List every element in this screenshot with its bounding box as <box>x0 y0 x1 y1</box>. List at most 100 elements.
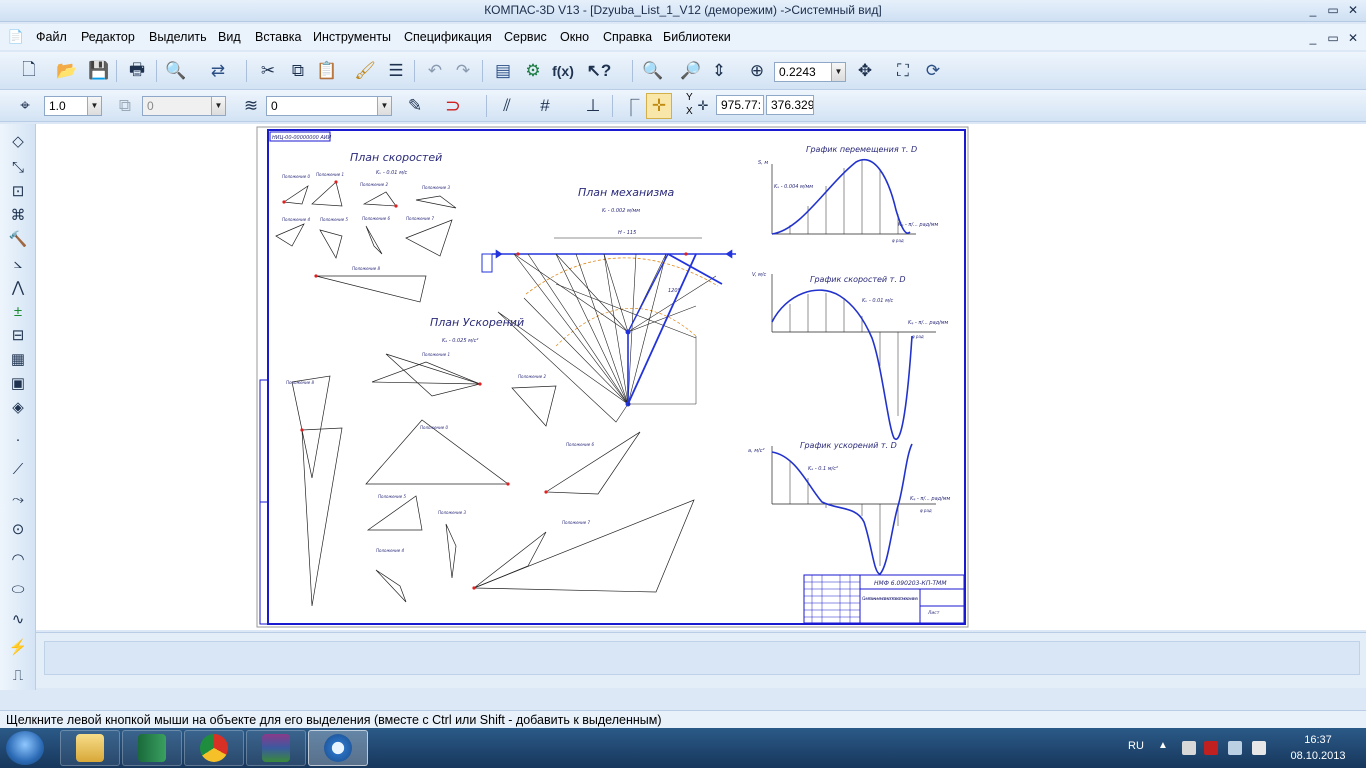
task-chrome[interactable] <box>184 730 244 766</box>
show-all-icon[interactable]: ⛶ <box>890 58 916 84</box>
grid-icon[interactable]: # <box>532 93 558 119</box>
volume-icon[interactable] <box>1252 741 1266 755</box>
properties-icon[interactable]: ☰ <box>383 58 409 84</box>
properties-panel-content[interactable] <box>44 641 1360 675</box>
clock-time[interactable]: 16:37 <box>1283 734 1353 746</box>
local-cs-icon[interactable]: ⌖ <box>12 93 38 119</box>
zoom-frame-icon[interactable]: 🔍 <box>640 58 666 84</box>
redo-icon[interactable]: ↷ <box>450 58 476 84</box>
menu-select[interactable]: Выделить <box>149 30 207 44</box>
open-folder-icon[interactable]: 📂 <box>54 58 80 84</box>
task-kompas[interactable] <box>308 730 368 766</box>
zoom-in-icon[interactable]: 🔎 <box>678 58 704 84</box>
minimize-button[interactable]: _ <box>1304 2 1322 18</box>
tree-icon[interactable]: ▤ <box>490 58 516 84</box>
polyline-icon[interactable]: ⤳ <box>6 488 30 510</box>
clock-date[interactable]: 08.10.2013 <box>1283 750 1353 762</box>
properties-panel-icon[interactable]: ✎ <box>402 93 428 119</box>
folder-icon <box>76 734 104 762</box>
coordinate-axis-icon[interactable]: ⊥ <box>580 93 606 119</box>
chevron-down-icon[interactable]: ▼ <box>377 97 391 115</box>
undo-icon[interactable]: ↶ <box>422 58 448 84</box>
doc-close-button[interactable]: ✕ <box>1344 30 1362 46</box>
language-indicator[interactable]: RU <box>1128 740 1144 752</box>
layer-icon[interactable]: ⧉ <box>112 93 138 119</box>
reports-icon[interactable]: ⊟ <box>6 324 30 346</box>
line-style-icon[interactable]: ≋ <box>238 93 264 119</box>
chevron-down-icon[interactable]: ▼ <box>211 97 225 115</box>
print-icon[interactable]: 🖶 <box>124 58 150 84</box>
help-cursor-icon[interactable]: ↖? <box>586 58 612 84</box>
library-icon[interactable]: ▣ <box>6 372 30 394</box>
task-explorer[interactable] <box>60 730 120 766</box>
bezier-icon[interactable]: ∿ <box>6 608 30 630</box>
measure-icon[interactable]: ⦣ <box>6 252 30 274</box>
designations-icon[interactable]: ⊡ <box>6 180 30 202</box>
contour-icon[interactable]: ⎍ <box>6 664 30 686</box>
security-icon[interactable] <box>1204 741 1218 755</box>
table-icon[interactable]: ▦ <box>6 348 30 370</box>
doc-restore-button[interactable]: ▭ <box>1324 30 1342 46</box>
select-icon[interactable]: ⋀ <box>6 276 30 298</box>
menu-file[interactable]: Файл <box>36 30 67 44</box>
pan-icon[interactable]: ✥ <box>852 58 878 84</box>
format-brush-icon[interactable]: 🖌 <box>352 58 378 84</box>
ellipse-icon[interactable]: ⬭ <box>6 578 30 600</box>
insert-view-icon[interactable]: ◈ <box>6 396 30 418</box>
round-icon[interactable]: ⎾ <box>618 93 644 119</box>
circle-icon[interactable]: ⊙ <box>6 518 30 540</box>
ortho-icon[interactable]: ⫽ <box>494 93 520 119</box>
spec-icon[interactable]: ± <box>6 300 30 322</box>
velocity-plan-scale: Kᵥ - 0.01 м/с <box>376 170 408 176</box>
menu-insert[interactable]: Вставка <box>255 30 301 44</box>
tray-expand-icon[interactable]: ▲ <box>1158 740 1168 751</box>
print-preview-icon[interactable]: 🔍 <box>163 58 189 84</box>
start-button[interactable] <box>6 731 44 765</box>
parametrization-icon[interactable]: 🔨 <box>6 228 30 250</box>
menu-window[interactable]: Окно <box>560 30 589 44</box>
cut-icon[interactable]: ✂ <box>255 58 281 84</box>
chevron-down-icon[interactable]: ▼ <box>831 63 845 81</box>
point-icon[interactable]: · <box>6 428 30 450</box>
copy-icon[interactable]: ⧉ <box>285 58 311 84</box>
line-style-field[interactable]: 0 <box>266 96 392 116</box>
menu-help[interactable]: Справка <box>603 30 652 44</box>
menu-view[interactable]: Вид <box>218 30 241 44</box>
lightning-icon[interactable]: ⚡ <box>6 636 30 658</box>
drawing-canvas[interactable]: НИЦ-00-00000000 АИИ План скоростей Kᵥ - … <box>36 124 1366 630</box>
menu-service[interactable]: Сервис <box>504 30 547 44</box>
document-icon[interactable]: 📄 <box>6 26 26 48</box>
save-icon[interactable]: 💾 <box>86 58 112 84</box>
action-center-icon[interactable] <box>1182 741 1196 755</box>
doc-minimize-button[interactable]: _ <box>1304 30 1322 46</box>
edit-icon[interactable]: ⌘ <box>6 204 30 226</box>
new-document-icon[interactable]: 🗋 <box>16 58 42 84</box>
geometry-icon[interactable]: ◇ <box>6 130 30 152</box>
chevron-down-icon[interactable]: ▼ <box>87 97 101 115</box>
coord-x-field[interactable]: 975.77: <box>716 95 764 115</box>
displacement-scale: Kₛ - 0.004 м/мм <box>774 184 813 190</box>
restore-button[interactable]: ▭ <box>1324 2 1342 18</box>
coord-y-field[interactable]: 376.329 <box>766 95 814 115</box>
segment-icon[interactable]: ⟋ <box>6 458 30 480</box>
network-icon[interactable] <box>1228 741 1242 755</box>
zoom-dynamic-icon[interactable]: ⇕ <box>706 58 732 84</box>
zoom-scale-icon[interactable]: ⊕ <box>744 58 770 84</box>
cursor-snap-icon[interactable]: ✛ <box>646 93 672 119</box>
menu-libraries[interactable]: Библиотеки <box>663 30 731 44</box>
task-winrar[interactable] <box>246 730 306 766</box>
snap-magnet-icon[interactable]: ⊃ <box>440 93 466 119</box>
close-button[interactable]: ✕ <box>1344 2 1362 18</box>
manager-icon[interactable]: ⇄ <box>205 58 231 84</box>
variables-icon[interactable]: ⚙ <box>520 58 546 84</box>
menu-specification[interactable]: Спецификация <box>404 30 492 44</box>
fx-button[interactable]: f(x) <box>550 58 576 84</box>
paste-icon[interactable]: 📋 <box>314 58 340 84</box>
task-books[interactable] <box>122 730 182 766</box>
menu-tools[interactable]: Инструменты <box>313 30 391 44</box>
refresh-icon[interactable]: ⟳ <box>920 58 946 84</box>
dimensions-icon[interactable]: ⤡ <box>6 156 30 178</box>
arc-icon[interactable]: ◠ <box>6 548 30 570</box>
drawing-sheet[interactable]: НИЦ-00-00000000 АИИ План скоростей Kᵥ - … <box>256 126 969 628</box>
menu-editor[interactable]: Редактор <box>81 30 135 44</box>
